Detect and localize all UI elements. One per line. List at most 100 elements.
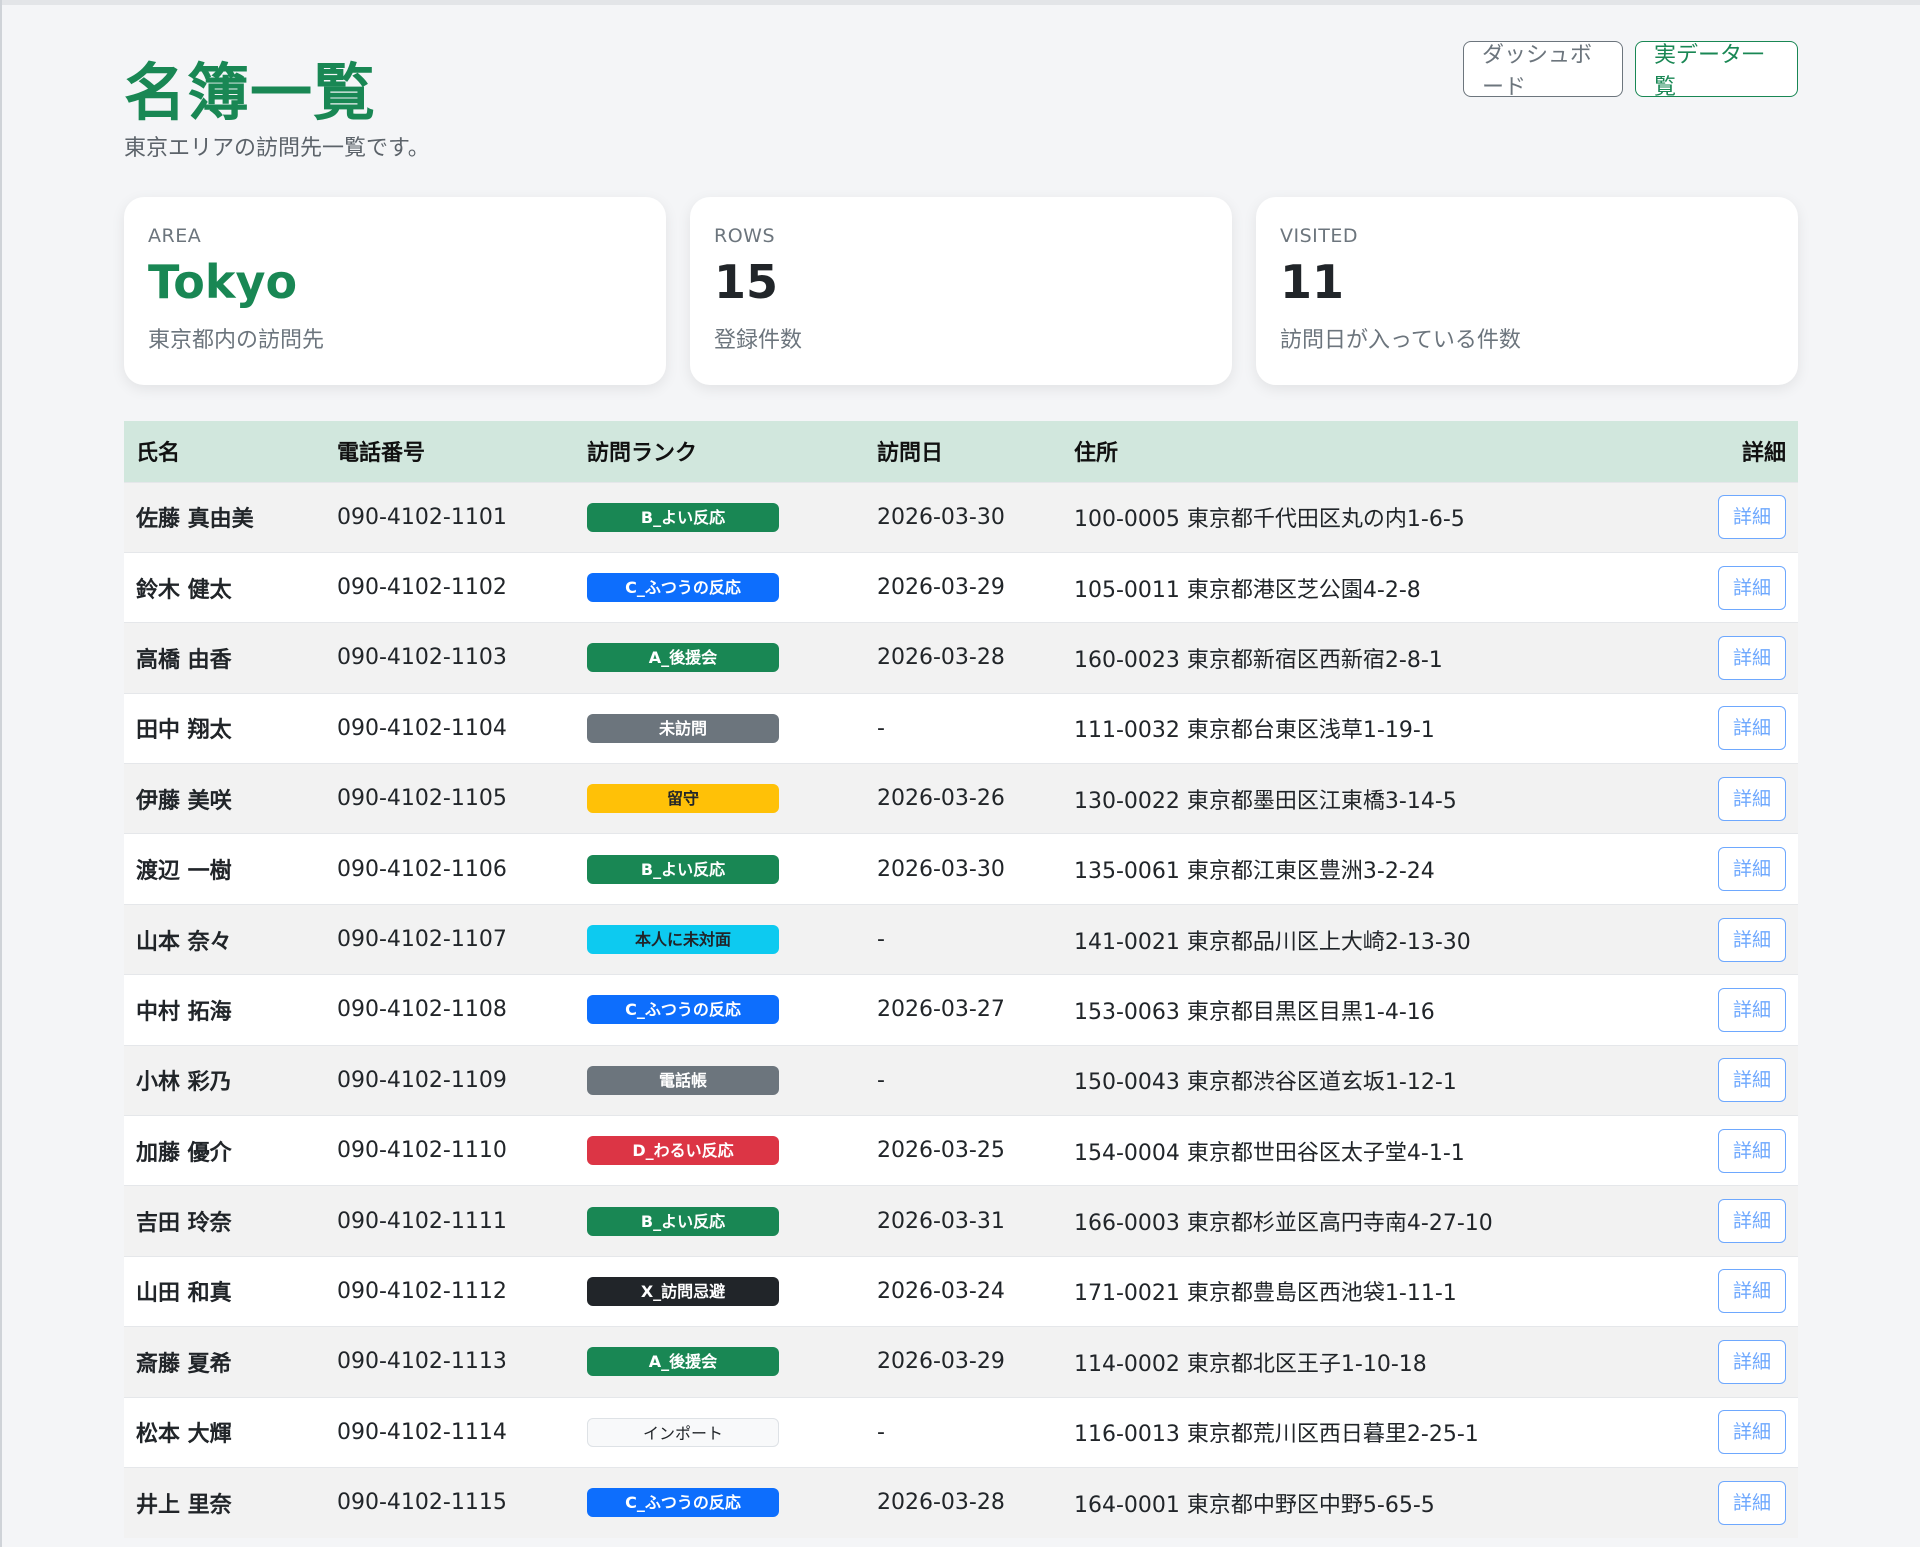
header-name[interactable]: 氏名	[124, 421, 325, 482]
table-row: 伊藤 美咲 090-4102-1105 留守 2026-03-26 130-0022 東…	[124, 763, 1798, 834]
header-address[interactable]: 住所	[1062, 421, 1678, 482]
cell-phone: 090-4102-1109	[337, 1067, 507, 1093]
cell-name: 山田 和真	[136, 1281, 232, 1307]
rank-badge: B_よい反応	[587, 854, 779, 884]
page-title: 名簿一覧	[124, 56, 377, 129]
table-row: 吉田 玲奈 090-4102-1111 B_よい反応 2026-03-31 166-00…	[124, 1185, 1798, 1257]
table-row: 高橋 由香 090-4102-1103 A_後援会 2026-03-28 160-002…	[124, 622, 1798, 694]
cell-detail: 詳細	[1678, 834, 1798, 904]
cell-detail: 詳細	[1678, 693, 1798, 763]
table-row: 小林 彩乃 090-4102-1109 電話帳 - 150-0043 東京都渋谷区道玄坂…	[124, 1045, 1798, 1116]
cell-date: 2026-03-27	[877, 997, 1005, 1023]
cell-phone: 090-4102-1102	[337, 575, 507, 601]
cell-name: 渡辺 一樹	[136, 859, 232, 885]
rank-badge: インポート	[587, 1417, 779, 1447]
table-row: 田中 翔太 090-4102-1104 未訪問 - 111-0032 東京都台東区浅草1…	[124, 693, 1798, 764]
summary-cards: AREA Tokyo 東京都内の訪問先 ROWS 15 登録件数 VISITED…	[124, 197, 1798, 385]
area-card-desc: 東京都内の訪問先	[148, 327, 325, 353]
cell-name: 松本 大輝	[136, 1422, 232, 1448]
cell-date: 2026-03-29	[877, 575, 1005, 601]
detail-button[interactable]: 詳細	[1718, 495, 1786, 540]
rank-badge: 未訪問	[587, 713, 779, 743]
detail-button[interactable]: 詳細	[1718, 847, 1786, 892]
detail-button[interactable]: 詳細	[1718, 706, 1786, 751]
table-row: 加藤 優介 090-4102-1110 D_わるい反応 2026-03-25 154-0…	[124, 1115, 1798, 1186]
rows-card: ROWS 15 登録件数	[690, 197, 1232, 385]
roster-table-wrapper: 氏名 電話番号 訪問ランク 訪問日 住所 詳細 佐藤 真由美 090-4102-1…	[124, 421, 1798, 1538]
cell-date: 2026-03-26	[877, 786, 1005, 812]
header-date[interactable]: 訪問日	[865, 421, 1062, 482]
cell-phone: 090-4102-1111	[337, 1208, 507, 1234]
detail-button[interactable]: 詳細	[1718, 635, 1786, 680]
cell-detail: 詳細	[1678, 552, 1798, 622]
cell-phone: 090-4102-1105	[337, 786, 507, 812]
cell-address: 135-0061 東京都江東区豊洲3-2-24	[1074, 859, 1435, 885]
dashboard-button[interactable]: ダッシュボード	[1463, 41, 1623, 100]
cell-name: 高橋 由香	[136, 647, 232, 673]
header-phone[interactable]: 電話番号	[325, 421, 575, 482]
cell-name: 井上 里奈	[136, 1492, 232, 1518]
cell-phone: 090-4102-1104	[337, 715, 507, 741]
header-rank[interactable]: 訪問ランク	[575, 421, 865, 482]
rank-badge: 留守	[587, 784, 779, 814]
detail-button[interactable]: 詳細	[1718, 1058, 1786, 1103]
table-body: 佐藤 真由美 090-4102-1101 B_よい反応 2026-03-30 100-0…	[124, 482, 1798, 1538]
cell-rank: D_わるい反応	[575, 1116, 865, 1186]
roster-table: 氏名 電話番号 訪問ランク 訪問日 住所 詳細 佐藤 真由美 090-4102-1…	[124, 421, 1798, 1538]
cell-date: 2026-03-28	[877, 1490, 1005, 1516]
cell-name: 吉田 玲奈	[136, 1211, 232, 1237]
table-row: 松本 大輝 090-4102-1114 インポート - 116-0013 東京都荒川区西…	[124, 1397, 1798, 1468]
detail-button[interactable]: 詳細	[1718, 917, 1786, 962]
cell-phone: 090-4102-1113	[337, 1349, 507, 1375]
detail-button[interactable]: 詳細	[1718, 1410, 1786, 1455]
detail-button[interactable]: 詳細	[1718, 776, 1786, 821]
area-card: AREA Tokyo 東京都内の訪問先	[124, 197, 666, 385]
detail-button[interactable]: 詳細	[1718, 565, 1786, 610]
cell-date: -	[877, 1419, 885, 1445]
cell-address: 130-0022 東京都墨田区江東橋3-14-5	[1074, 788, 1457, 814]
detail-button[interactable]: 詳細	[1718, 1480, 1786, 1525]
cell-address: 160-0023 東京都新宿区西新宿2-8-1	[1074, 647, 1443, 673]
cell-detail: 詳細	[1678, 623, 1798, 693]
cell-date: 2026-03-25	[877, 1138, 1005, 1164]
cell-address: 150-0043 東京都渋谷区道玄坂1-12-1	[1074, 1070, 1457, 1096]
cell-detail: 詳細	[1678, 482, 1798, 552]
cell-name: 佐藤 真由美	[136, 507, 254, 533]
table-row: 渡辺 一樹 090-4102-1106 B_よい反応 2026-03-30 135-00…	[124, 833, 1798, 905]
cell-name: 田中 翔太	[136, 718, 232, 744]
table-row: 山田 和真 090-4102-1112 X_訪問忌避 2026-03-24 171-00…	[124, 1256, 1798, 1327]
detail-button[interactable]: 詳細	[1718, 1199, 1786, 1244]
cell-detail: 詳細	[1678, 764, 1798, 834]
cell-rank: B_よい反応	[575, 482, 865, 552]
real-data-list-button[interactable]: 実データ一覧	[1635, 41, 1798, 100]
rank-badge: X_訪問忌避	[587, 1276, 779, 1306]
rank-badge: 本人に未対面	[587, 925, 779, 955]
rank-badge: A_後援会	[587, 1347, 779, 1377]
cell-rank: B_よい反応	[575, 1186, 865, 1256]
detail-button[interactable]: 詳細	[1718, 1339, 1786, 1384]
rows-card-value: 15	[714, 255, 779, 309]
cell-rank: 未訪問	[575, 693, 865, 763]
detail-button[interactable]: 詳細	[1718, 1128, 1786, 1173]
detail-button[interactable]: 詳細	[1718, 1269, 1786, 1314]
detail-button[interactable]: 詳細	[1718, 987, 1786, 1032]
cell-phone: 090-4102-1115	[337, 1490, 507, 1516]
header-detail: 詳細	[1741, 441, 1786, 467]
cell-date: 2026-03-31	[877, 1208, 1005, 1234]
rank-badge: B_よい反応	[587, 502, 779, 532]
cell-rank: 電話帳	[575, 1045, 865, 1115]
cell-phone: 090-4102-1107	[337, 927, 507, 953]
rank-badge: C_ふつうの反応	[587, 995, 779, 1025]
cell-address: 164-0001 東京都中野区中野5-65-5	[1074, 1492, 1435, 1518]
rank-badge: 電話帳	[587, 1065, 779, 1095]
cell-address: 171-0021 東京都豊島区西池袋1-11-1	[1074, 1281, 1457, 1307]
rank-badge: A_後援会	[587, 643, 779, 673]
visited-card-label: VISITED	[1280, 225, 1359, 247]
table-header: 氏名 電話番号 訪問ランク 訪問日 住所 詳細	[124, 421, 1798, 482]
cell-rank: C_ふつうの反応	[575, 975, 865, 1045]
cell-detail: 詳細	[1678, 975, 1798, 1045]
cell-address: 114-0002 東京都北区王子1-10-18	[1074, 1351, 1427, 1377]
cell-phone: 090-4102-1106	[337, 856, 507, 882]
cell-rank: X_訪問忌避	[575, 1256, 865, 1326]
cell-detail: 詳細	[1678, 1467, 1798, 1537]
